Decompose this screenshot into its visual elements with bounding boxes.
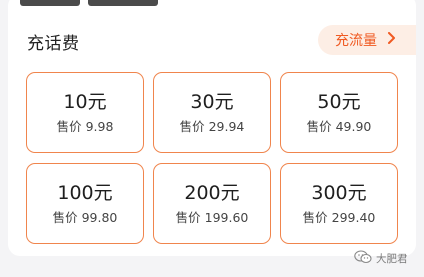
wechat-icon	[354, 249, 372, 268]
cut-off-text-fragment	[88, 0, 158, 6]
recharge-option-100[interactable]: 100元 售价 99.80	[26, 163, 144, 244]
recharge-option-50[interactable]: 50元 售价 49.90	[280, 72, 398, 153]
recharge-price: 售价 199.60	[175, 210, 249, 225]
section-title: 充话费	[27, 34, 80, 54]
recharge-option-10[interactable]: 10元 售价 9.98	[26, 72, 144, 153]
watermark-text: 大肥君	[376, 253, 408, 265]
data-recharge-button-label: 充流量	[335, 33, 377, 49]
recharge-price: 售价 29.94	[179, 119, 245, 134]
recharge-option-200[interactable]: 200元 售价 199.60	[153, 163, 271, 244]
recharge-option-300[interactable]: 300元 售价 299.40	[280, 163, 398, 244]
recharge-amount: 200元	[184, 182, 240, 204]
recharge-amount: 30元	[190, 91, 234, 113]
cut-off-text-fragment	[20, 0, 80, 6]
watermark: 大肥君	[354, 249, 408, 268]
cut-off-previous-row	[20, 0, 158, 8]
recharge-option-30[interactable]: 30元 售价 29.94	[153, 72, 271, 153]
recharge-price: 售价 9.98	[56, 119, 114, 134]
page: 充话费 充流量 10元 售价 9.98 30元 售价 29.94 50元 售价 …	[0, 0, 424, 277]
recharge-amount: 10元	[63, 91, 107, 113]
recharge-amount: 50元	[317, 91, 361, 113]
recharge-amount: 100元	[57, 182, 113, 204]
recharge-amount: 300元	[311, 182, 367, 204]
recharge-price: 售价 99.80	[52, 210, 118, 225]
data-recharge-button[interactable]: 充流量	[318, 25, 416, 55]
recharge-options-grid: 10元 售价 9.98 30元 售价 29.94 50元 售价 49.90 10…	[26, 72, 398, 244]
chevron-right-icon	[387, 32, 396, 48]
recharge-price: 售价 299.40	[302, 210, 376, 225]
recharge-price: 售价 49.90	[306, 119, 372, 134]
